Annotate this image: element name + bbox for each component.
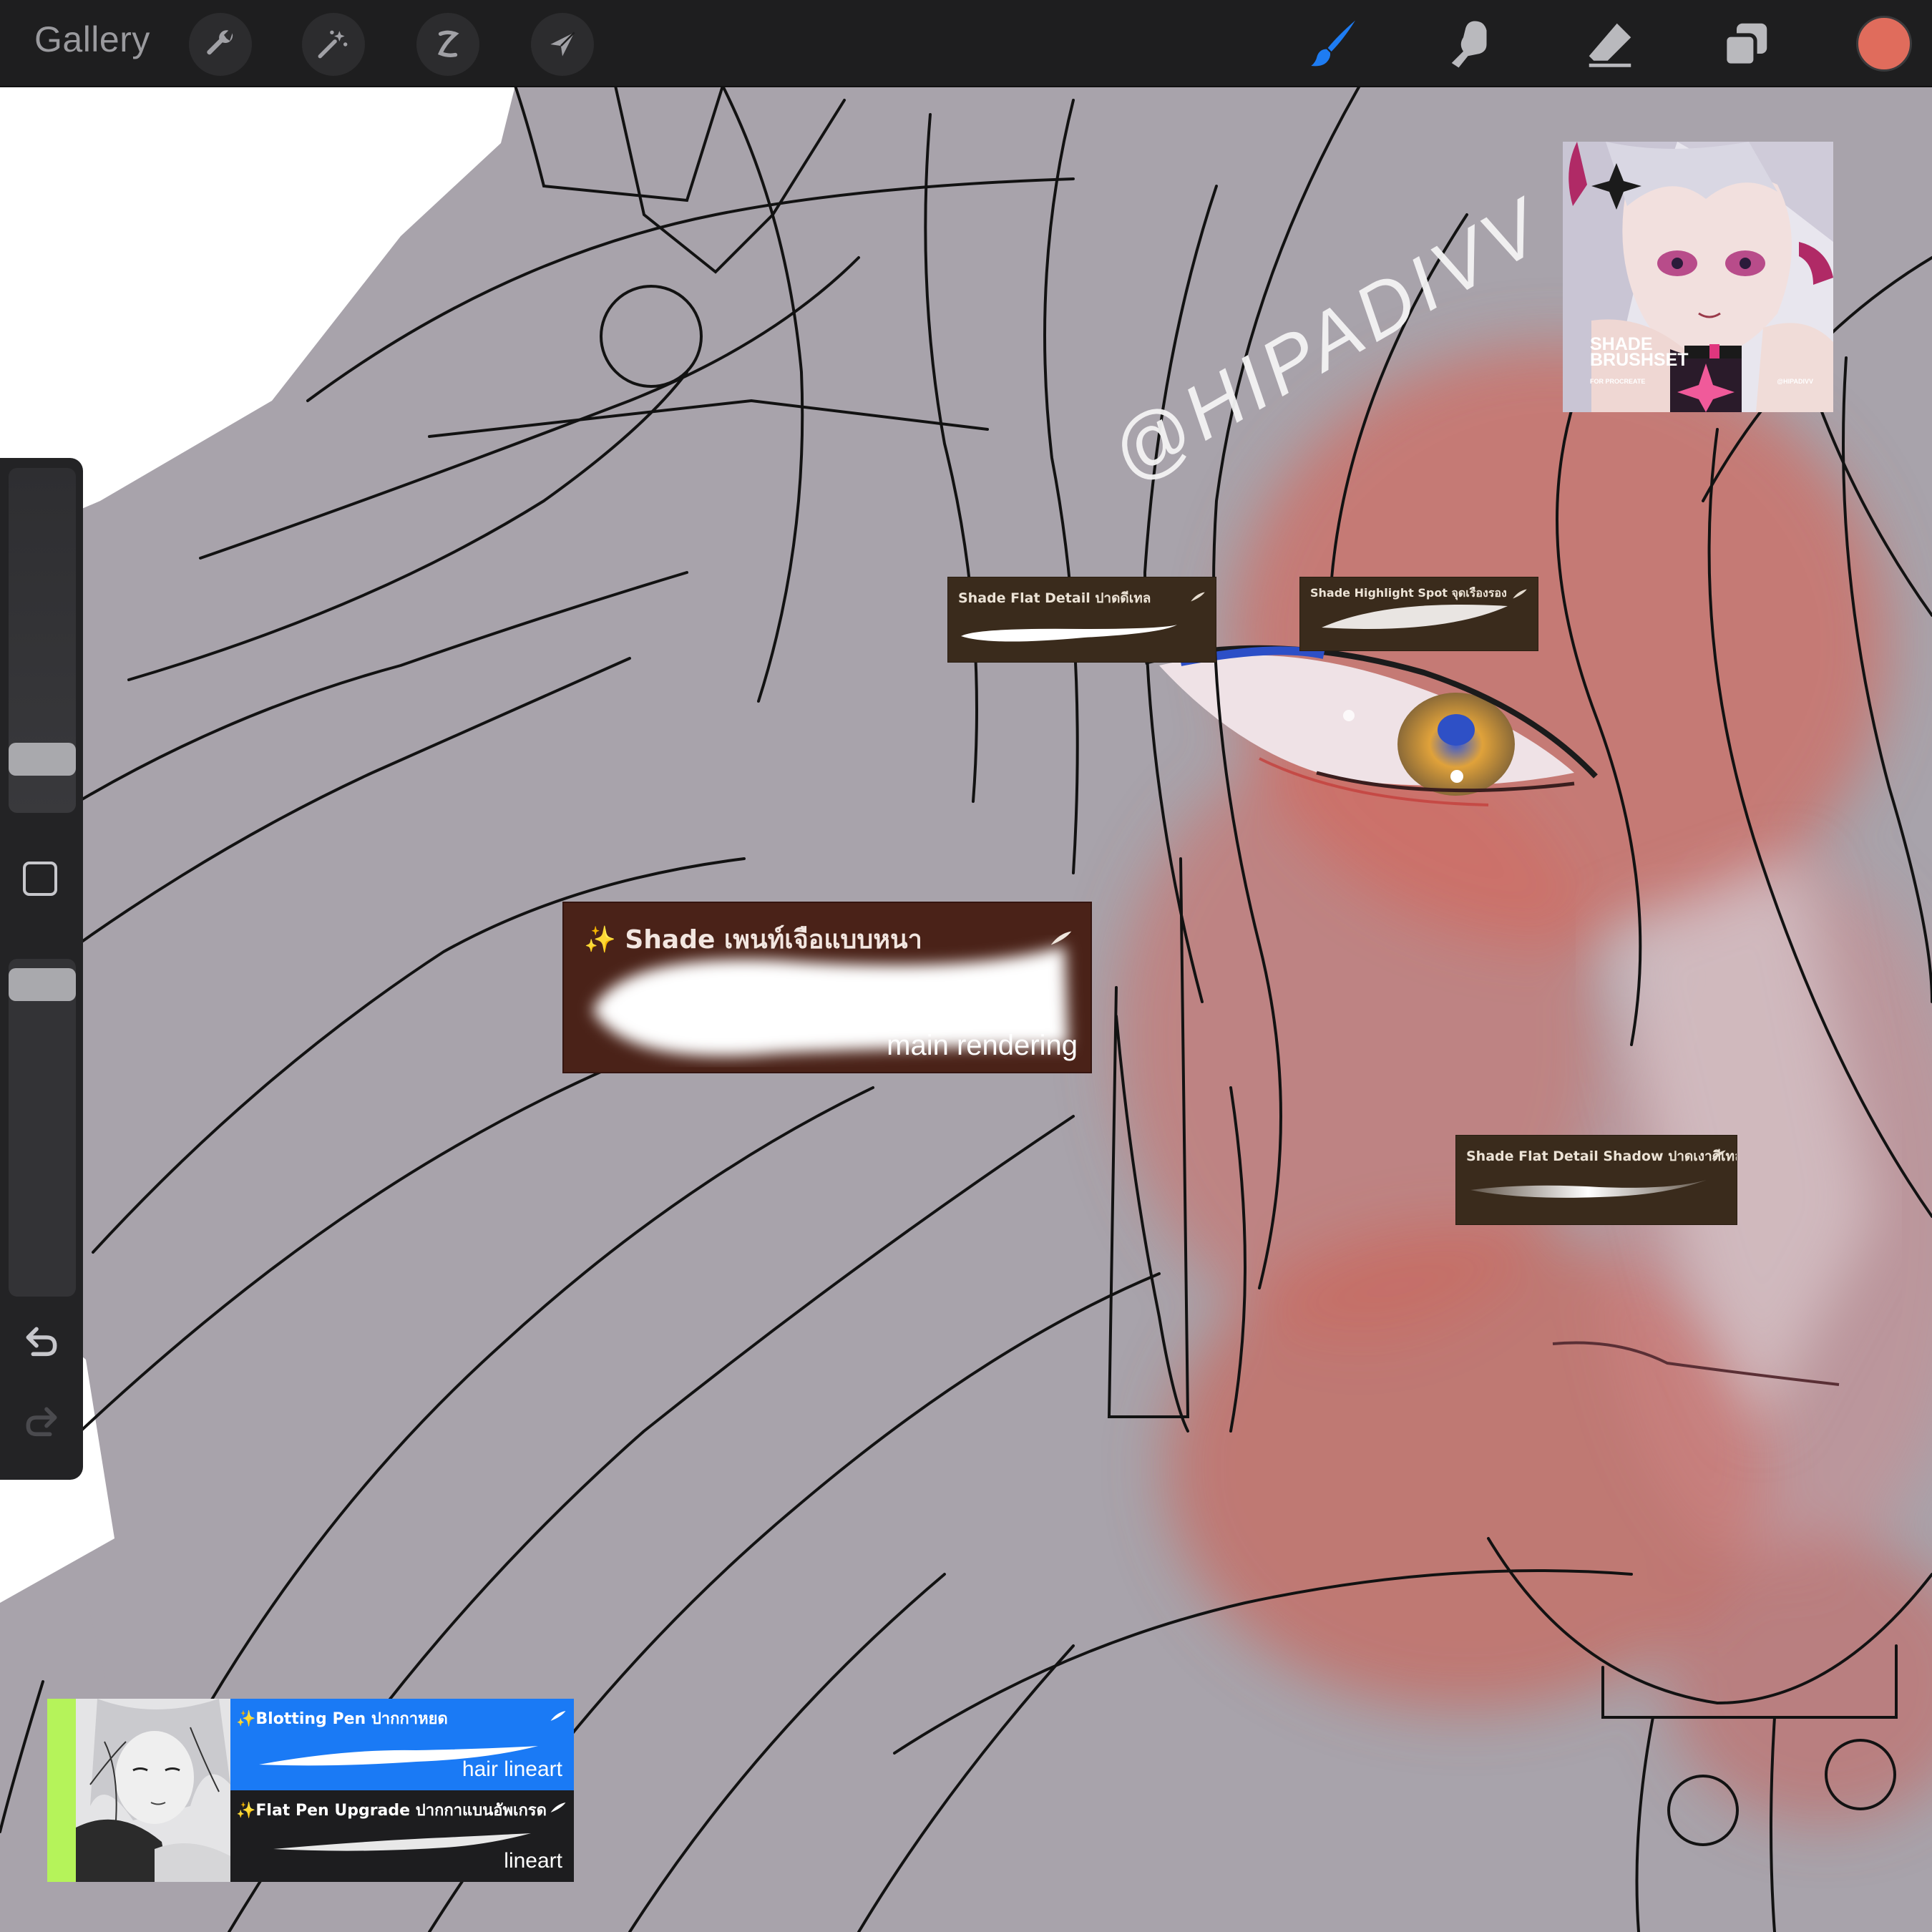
smudge-tool[interactable] — [1440, 11, 1506, 77]
brush-card-highlight-spot[interactable]: Shade Highlight Spot จุดเรืองรอง — [1299, 577, 1538, 651]
promo-title-line2: BRUSHSET — [1590, 350, 1689, 370]
brush-opacity-thumb[interactable] — [9, 967, 76, 1001]
modify-button[interactable] — [23, 862, 57, 896]
brushset-promo-image: SHADE BRUSHSET FOR PROCREATE @HIPADIVV — [1563, 142, 1833, 412]
brush-opacity-slider[interactable] — [9, 959, 76, 1297]
promo-caption-left: FOR PROCREATE — [1590, 378, 1646, 385]
redo-icon[interactable] — [21, 1402, 62, 1443]
layers-tool[interactable] — [1713, 11, 1779, 77]
promo-caption-right: @HIPADIVV — [1777, 378, 1813, 385]
lineart-brushes-panel: ✨Blotting Pen ปากกาหยด hair lineart ✨Fla… — [47, 1699, 574, 1882]
brush-icon — [1311, 20, 1355, 67]
brush-card-flat-detail-shadow[interactable]: Shade Flat Detail Shadow ปาดเงาดีเทล — [1455, 1135, 1737, 1225]
brush-stroke-preview — [961, 625, 1177, 642]
brush-stroke-icon — [1050, 931, 1072, 945]
wrench-icon — [207, 30, 233, 55]
thumbnail-artwork — [47, 1699, 230, 1882]
top-toolbar: Gallery — [0, 0, 1932, 87]
brush-stroke-preview — [1322, 605, 1508, 629]
layers-icon — [1723, 23, 1767, 67]
brush-card-flat-detail[interactable]: Shade Flat Detail ปาดดีเทล — [947, 577, 1216, 663]
brush-name: ✨ Shade เพนท์เจือแบบหนา — [584, 925, 922, 955]
gallery-button[interactable]: Gallery — [34, 19, 150, 60]
brush-stroke-preview — [1470, 1180, 1707, 1198]
adjustments-button[interactable] — [302, 13, 365, 76]
transform-icon — [550, 31, 575, 57]
eraser-icon — [1589, 23, 1631, 67]
brush-row-flat-pen-upgrade[interactable]: ✨Flat Pen Upgrade ปากกาแบนอัพเกรด linear… — [230, 1790, 574, 1882]
transform-button[interactable] — [531, 13, 594, 76]
left-sidebar — [0, 458, 83, 1480]
brush-note: hair lineart — [462, 1757, 562, 1781]
brush-note: lineart — [504, 1849, 562, 1873]
eraser-tool[interactable] — [1577, 11, 1643, 77]
selection-icon — [437, 30, 459, 57]
brush-card-main-rendering[interactable]: ✨ Shade เพนท์เจือแบบหนา main rendering — [562, 902, 1092, 1073]
undo-icon[interactable] — [21, 1322, 62, 1362]
magic-wand-icon — [318, 30, 348, 59]
promo-title: SHADE BRUSHSET — [1590, 336, 1733, 370]
brush-note: main rendering — [887, 1030, 1078, 1061]
color-picker-swatch[interactable] — [1856, 16, 1912, 72]
selection-button[interactable] — [416, 13, 479, 76]
actions-button[interactable] — [189, 13, 252, 76]
lineart-brushset-thumbnail — [47, 1699, 230, 1882]
promo-artwork — [1563, 142, 1833, 412]
brush-row-blotting-pen[interactable]: ✨Blotting Pen ปากกาหยด hair lineart — [230, 1699, 574, 1790]
brush-size-thumb[interactable] — [9, 742, 76, 776]
brush-tool[interactable] — [1301, 11, 1367, 77]
smudge-icon — [1451, 21, 1487, 68]
